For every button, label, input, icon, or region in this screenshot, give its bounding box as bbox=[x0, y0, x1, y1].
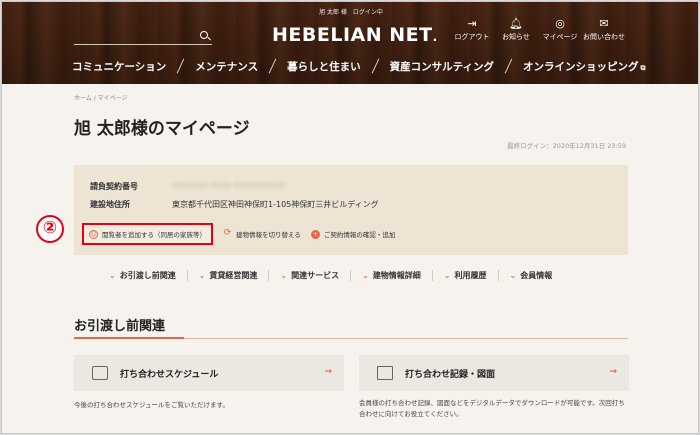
refresh-icon: ⟳ bbox=[223, 227, 232, 238]
chevron-down-icon: ⌄ bbox=[509, 271, 517, 280]
card-description: 今後の打ち合わせスケジュールをご覧いただけます。 bbox=[74, 401, 229, 409]
subnav-history[interactable]: ⌄ 利用履歴 bbox=[431, 270, 498, 281]
nav-divider bbox=[176, 58, 185, 74]
contact-button[interactable]: ✉ お問い合わせ bbox=[582, 16, 626, 42]
step-marker: ② bbox=[36, 215, 64, 243]
nav-divider bbox=[504, 58, 513, 74]
nav-online-shopping[interactable]: オンラインショッピング ⧉ bbox=[523, 59, 646, 74]
subnav-member[interactable]: ⌄ 会員情報 bbox=[497, 270, 564, 281]
chevron-down-icon: ⌄ bbox=[280, 271, 288, 280]
nav-asset-consulting[interactable]: 資産コンサルティング bbox=[390, 59, 494, 74]
chevron-down-icon: ⌄ bbox=[443, 271, 451, 280]
switch-building-button[interactable]: ⟳ 建物情報を切り替える bbox=[223, 227, 301, 239]
nav-divider bbox=[268, 58, 277, 74]
page-title: 旭 太郎様のマイページ bbox=[74, 119, 250, 139]
contract-actions: ☺ 閲覧者を追加する（同居の家族等） ⟳ 建物情報を切り替える + ご契約情報の… bbox=[82, 223, 405, 245]
login-greeting: 旭 太郎 様 ログイン中 bbox=[319, 9, 383, 16]
add-viewer-button[interactable]: ☺ 閲覧者を追加する（同居の家族等） bbox=[82, 223, 213, 245]
chevron-down-icon: ⌄ bbox=[362, 271, 369, 280]
site-header: 旭 太郎 様 ログイン中 HEBELIAN NET. ⇥ ログアウト 🔔︎ お知らせ… bbox=[2, 2, 698, 84]
user-icon: ◎ bbox=[555, 17, 565, 30]
nav-communication[interactable]: コミュニケーション bbox=[72, 59, 166, 74]
calendar-icon bbox=[92, 366, 108, 380]
last-login: 最終ログイン：2020年12月31日 23:59 bbox=[507, 142, 626, 150]
subnav-building-detail[interactable]: ⌄ 建物情報詳細 bbox=[350, 270, 432, 281]
arrow-right-icon: → bbox=[324, 367, 332, 377]
subnav-services[interactable]: ⌄ 関連サービス bbox=[268, 270, 350, 281]
contract-number-row: 請負契約番号 0000000-0000-0000000000 bbox=[90, 181, 285, 192]
card-title: 打ち合わせ記録・図面 bbox=[405, 369, 496, 380]
main-nav: コミュニケーション メンテナンス 暮らしと住まい 資産コンサルティング オンライ… bbox=[72, 58, 645, 74]
address-row: 建設地住所 東京都千代田区神田神保町1-105神保町三井ビルディング bbox=[90, 199, 379, 210]
search-icon[interactable] bbox=[200, 31, 208, 39]
subnav-pre-handover[interactable]: ⌄ お引渡し前関連 bbox=[98, 270, 187, 281]
arrow-right-icon: → bbox=[609, 367, 617, 377]
address-label: 建設地住所 bbox=[90, 200, 130, 209]
nav-divider bbox=[371, 58, 379, 74]
subnav-rental[interactable]: ⌄ 賃貸経営関連 bbox=[186, 270, 269, 281]
chevron-down-icon: ⌄ bbox=[109, 271, 116, 280]
mypage-button[interactable]: ◎ マイページ bbox=[538, 16, 582, 42]
nav-living[interactable]: 暮らしと住まい bbox=[287, 59, 361, 74]
document-icon bbox=[377, 366, 393, 380]
chevron-down-icon: ⌄ bbox=[198, 271, 206, 280]
address-value: 東京都千代田区神田神保町1-105神保町三井ビルディング bbox=[172, 200, 379, 209]
meeting-records-card[interactable]: 打ち合わせ記録・図面 → bbox=[359, 355, 629, 391]
section-subnav: ⌄ お引渡し前関連 ⌄ 賃貸経営関連 ⌄ 関連サービス ⌄ 建物情報詳細 ⌄ 利用履歴 ⌄… bbox=[98, 270, 563, 281]
person-add-icon: ☺ bbox=[89, 229, 98, 239]
search-input[interactable] bbox=[74, 29, 212, 45]
card-title: 打ち合わせスケジュール bbox=[120, 369, 219, 380]
contract-info-button[interactable]: + ご契約情報の確認・追加 bbox=[310, 229, 395, 239]
breadcrumb[interactable]: ホーム / マイページ bbox=[74, 93, 128, 102]
section-title: お引渡し前関連 bbox=[74, 319, 166, 334]
meeting-schedule-card[interactable]: 打ち合わせスケジュール → bbox=[74, 355, 344, 391]
site-logo[interactable]: HEBELIAN NET. bbox=[272, 24, 438, 46]
card-description: 会員様の打ち合わせ記録、図面などをデジタルデータでダウンロードが可能です。次回打… bbox=[359, 399, 625, 418]
external-link-icon: ⧉ bbox=[640, 63, 646, 72]
nav-maintenance[interactable]: メンテナンス bbox=[195, 59, 258, 74]
contract-number-label: 請負契約番号 bbox=[90, 182, 138, 191]
logout-button[interactable]: ⇥ ログアウト bbox=[450, 16, 494, 42]
page-frame: 旭 太郎 様 ログイン中 HEBELIAN NET. ⇥ ログアウト 🔔︎ お知らせ… bbox=[1, 1, 699, 434]
mail-icon: ✉ bbox=[599, 17, 609, 30]
bell-icon: 🔔︎ bbox=[509, 17, 523, 30]
plus-circle-icon: + bbox=[310, 229, 320, 239]
section-divider bbox=[74, 337, 628, 339]
logout-icon: ⇥ bbox=[467, 17, 477, 30]
contract-panel: 請負契約番号 0000000-0000-0000000000 建設地住所 東京都… bbox=[74, 165, 628, 255]
notifications-button[interactable]: 🔔︎ お知らせ bbox=[494, 16, 538, 42]
contract-number-value: 0000000-0000-0000000000 bbox=[172, 181, 285, 190]
header-tools: ⇥ ログアウト 🔔︎ お知らせ ◎ マイページ ✉ お問い合わせ bbox=[450, 16, 626, 42]
